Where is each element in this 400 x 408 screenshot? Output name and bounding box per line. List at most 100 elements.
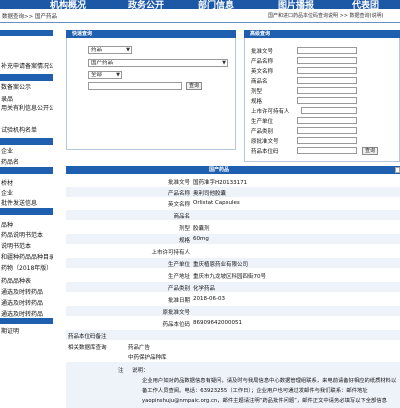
product-category-input[interactable] [297, 127, 357, 134]
sidebar-item[interactable]: 药物（2018年版） [0, 263, 53, 272]
table-row: 批准文号 国药准字H20133171 [66, 176, 400, 186]
result-title: 国产药品 [209, 167, 230, 173]
sidebar-item[interactable]: 药品说明书范本 [0, 230, 53, 239]
table-row: 原批准文号 [66, 306, 400, 316]
sidebar-band [0, 318, 53, 324]
field-label-dosage-form: 剂型 [251, 89, 263, 95]
row-label: 药品本位码备注 [68, 334, 107, 340]
product-name-input[interactable] [297, 57, 357, 64]
sidebar-band [0, 167, 53, 174]
sidebar-item[interactable]: 和疆种药品品种目录 [0, 252, 53, 261]
note-section: 注 说明： 企业用户如对药品数据信息有疑问，请及时与我局信息中心数据管理组联系，… [66, 362, 400, 408]
query-help-links[interactable]: 国产和进口药品本位码查询说明 >> 数据查询(说明) [268, 12, 383, 19]
manufacturer-input[interactable] [297, 117, 357, 124]
nav-item-department-info[interactable]: 部门信息 [198, 0, 234, 9]
table-row: 产品类别 化学药品 [66, 282, 400, 292]
nav-item-delegation[interactable]: 代表团 [352, 0, 379, 9]
field-label-approval-no: 批准文号 [251, 49, 274, 55]
sidebar-band [0, 30, 53, 36]
scope-select-value: 全部 [91, 72, 103, 78]
sidebar-item[interactable]: 药品名 [0, 157, 53, 166]
table-row: 相关数据库查询 药品广告 [66, 341, 400, 351]
table-row: 生产地址 重庆市九龙坡区科园四街70号 [66, 270, 400, 280]
sidebar-item[interactable]: 通选及时转药品 [0, 298, 53, 307]
sidebar-item[interactable]: 企业 [0, 188, 53, 197]
table-row: 商品名 [66, 210, 400, 220]
row-label: 上市许可持有人 [151, 250, 190, 256]
row-label: 相关数据库查询 [68, 345, 107, 351]
sidebar-item[interactable]: 药品品种表 [0, 276, 53, 285]
sidebar-item[interactable]: 期证明 [0, 326, 53, 335]
field-label-original-approval-no: 原批准文号 [251, 139, 279, 145]
row-label: 产品类别 [167, 286, 190, 292]
row-value: 2018-06-03 [193, 296, 225, 302]
close-icon[interactable] [395, 167, 400, 173]
breadcrumb: 数据查询>> 国产药品 [2, 14, 57, 20]
dosage-form-input[interactable] [297, 87, 357, 94]
field-label-drug-code: 药品本位码 [251, 149, 279, 155]
advanced-search-header: 高级查询 [244, 30, 400, 38]
row-label: 规格 [178, 238, 190, 244]
english-name-input[interactable] [297, 67, 357, 74]
original-approval-no-input[interactable] [297, 137, 357, 144]
scope-select[interactable]: 全部 ▼ [88, 71, 122, 79]
database-select[interactable]: 国产药品 ▼ [88, 59, 228, 67]
sidebar-band [0, 138, 53, 145]
table-row: 药品本位码备注 [66, 330, 400, 340]
specification-input[interactable] [297, 97, 357, 104]
advanced-search-button[interactable]: 查询 [362, 147, 378, 155]
row-value: 60mg [193, 236, 209, 242]
sidebar-item[interactable]: 品种 [0, 220, 53, 229]
sidebar: 补充申请备案情况公 数备案公示 录品 用关有利信息公开公 试验机构名单 企业 药… [0, 30, 53, 408]
header-divider [0, 22, 400, 23]
category-select[interactable]: 药品 ▼ [88, 46, 132, 54]
quick-search-input[interactable] [88, 82, 182, 90]
sidebar-item[interactable]: 试验机构名单 [0, 125, 53, 134]
sidebar-item[interactable]: 说明书范本 [0, 241, 53, 250]
sidebar-band [0, 208, 53, 215]
row-label: 剂型 [178, 226, 190, 232]
field-label-product-name: 产品名称 [251, 59, 274, 65]
related-db-link-tcm[interactable]: 中药保护品种库 [128, 353, 167, 361]
database-select-value: 国产药品 [91, 60, 114, 66]
quick-search-button[interactable]: 查询 [186, 82, 202, 90]
field-label-specification: 规格 [251, 99, 263, 105]
row-label: 药品本位码 [162, 322, 190, 328]
license-holder-input[interactable] [301, 107, 357, 114]
sidebar-item[interactable]: 用关有利信息公开公 [0, 103, 53, 112]
sidebar-item[interactable]: 通选及时转药品 [0, 309, 53, 318]
drug-code-input[interactable] [297, 147, 357, 154]
row-value: 重庆市九龙坡区科园四街70号 [193, 274, 266, 280]
sidebar-item[interactable]: 企业 [0, 146, 53, 155]
row-value: 重庆植恩药业有限公司 [193, 262, 249, 268]
table-row: 规格 60mg [66, 234, 400, 244]
field-label-trade-name: 商品名 [251, 79, 268, 85]
row-label: 商品名 [173, 214, 190, 220]
chevron-down-icon: ▼ [116, 72, 120, 78]
sidebar-item[interactable]: 录品 [0, 94, 53, 103]
nav-item-institution[interactable]: 机构概况 [50, 0, 86, 9]
field-label-product-category: 产品类别 [251, 129, 274, 135]
row-value: 奥利司他胶囊 [193, 191, 227, 197]
table-row: 剂型 胶囊剂 [66, 222, 400, 232]
quick-search-title: 快速查询 [72, 31, 93, 37]
sidebar-item[interactable]: 数备案公示 [0, 82, 53, 91]
table-row: 英文名称 Orlistat Capsules [66, 198, 400, 208]
table-row: 批准日期 2018-06-03 [66, 294, 400, 304]
sidebar-item[interactable]: 批件发送信息 [0, 198, 53, 207]
trade-name-input[interactable] [297, 77, 357, 84]
related-db-link-ads[interactable]: 药品广告 [128, 343, 150, 351]
sidebar-item[interactable]: 通选及时转药品 [0, 287, 53, 296]
approval-no-input[interactable] [297, 47, 357, 54]
sidebar-band [0, 74, 53, 81]
row-value: 化学药品 [193, 286, 216, 292]
row-value: 胶囊剂 [193, 226, 210, 232]
sidebar-item[interactable]: 桥材 [0, 178, 53, 187]
field-label-english-name: 英文名称 [251, 69, 274, 75]
sidebar-item[interactable]: 补充申请备案情况公 [0, 61, 53, 70]
nav-item-public-affairs[interactable]: 政务公开 [128, 0, 164, 9]
note-title: 说明： [132, 368, 149, 374]
nav-item-picture-report[interactable]: 图片播报 [278, 0, 314, 9]
row-label: 产品名称 [167, 191, 190, 197]
advanced-search-title: 高级查询 [250, 31, 271, 37]
